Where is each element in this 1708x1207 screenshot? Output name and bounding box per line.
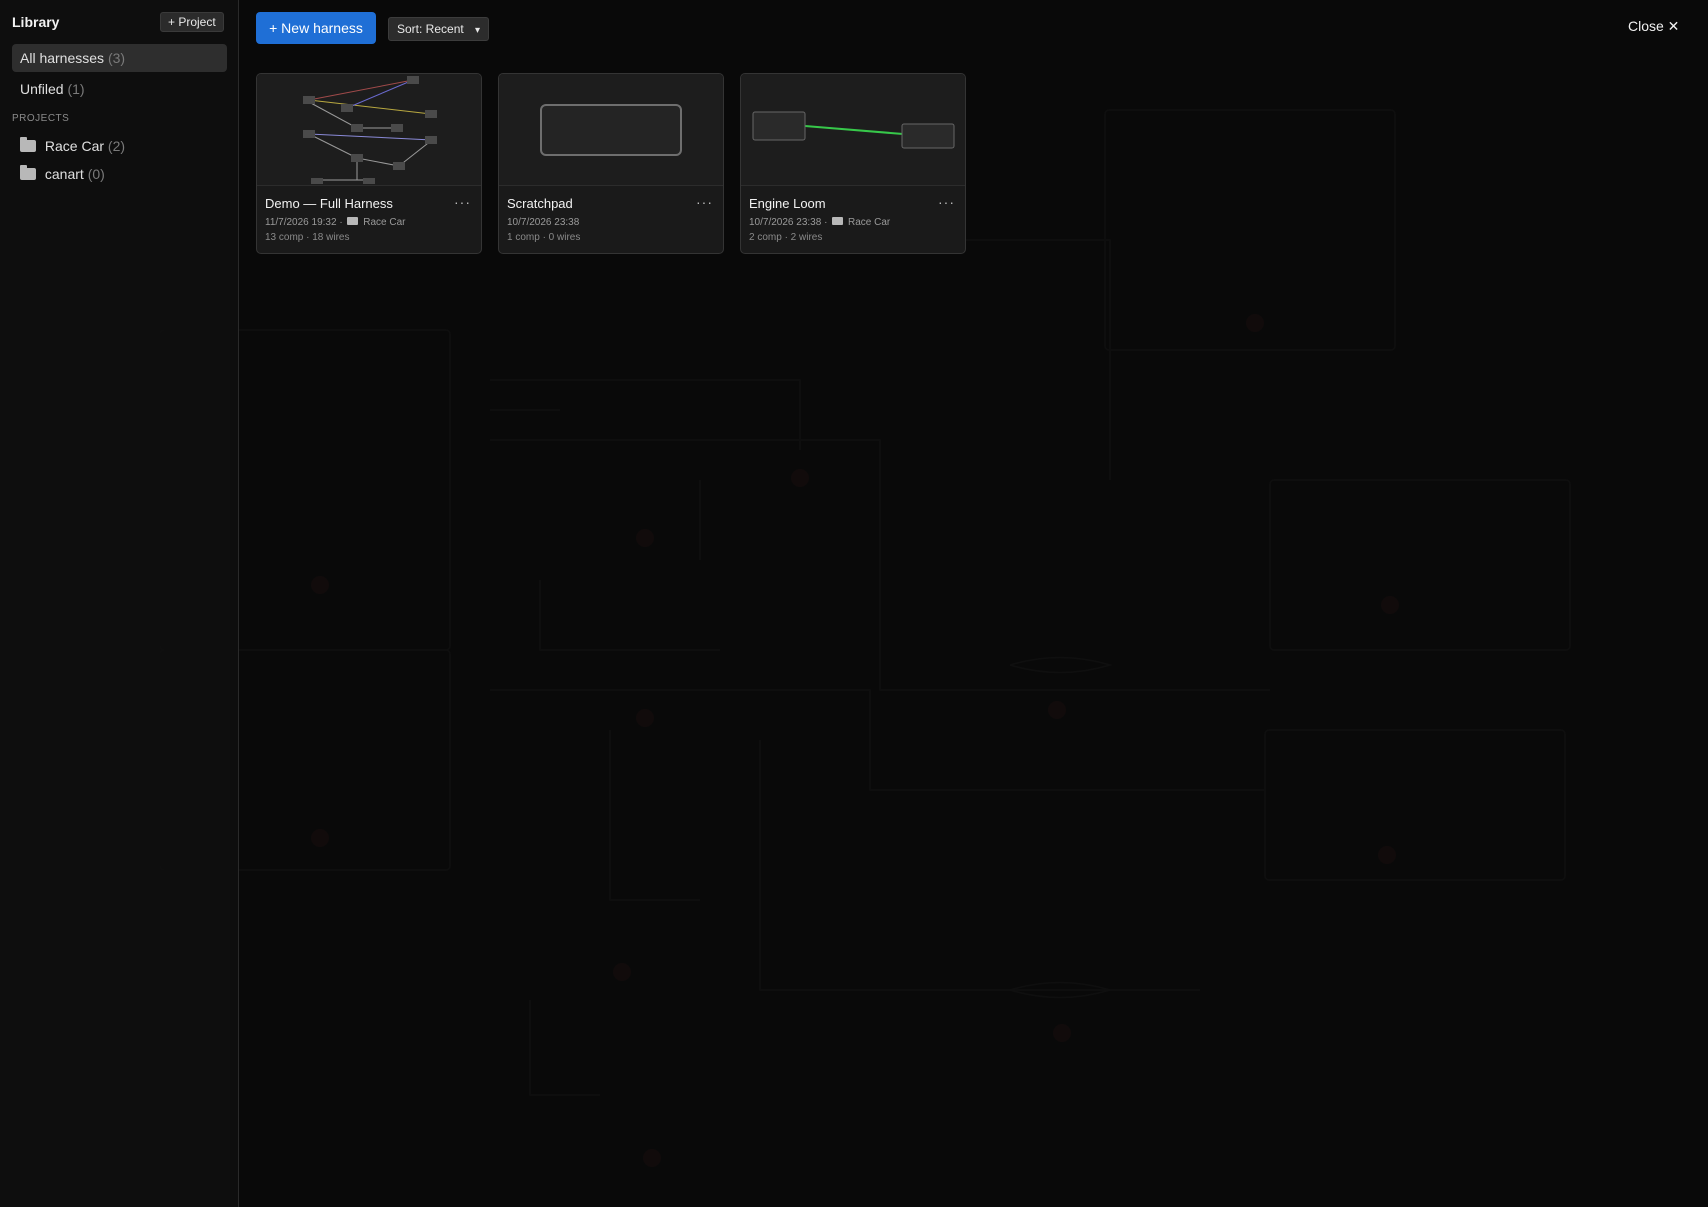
harness-card-demo-full-harness[interactable]: Demo — Full Harness 11/7/2026 19:32 · Ra…	[256, 73, 482, 254]
new-harness-button[interactable]: + New harness	[256, 12, 376, 44]
folder-icon	[832, 217, 844, 225]
sidebar-item-count: (2)	[107, 138, 126, 154]
more-options-icon[interactable]: ···	[696, 194, 713, 210]
harness-card-project: Race Car	[363, 217, 406, 228]
sidebar-item-count: (3)	[107, 50, 126, 66]
harness-card-meta: 10/7/2026 23:38 · Race Car	[749, 217, 891, 228]
harness-card-engine-loom[interactable]: Engine Loom 10/7/2026 23:38 · Race Car 2…	[740, 73, 966, 254]
harness-card-meta: 11/7/2026 19:32 · Race Car	[265, 217, 406, 228]
sidebar-item-label: canart	[44, 166, 84, 182]
harness-card-project: Race Car	[847, 217, 891, 228]
folder-icon	[347, 217, 359, 225]
library-sidebar: Library + Project All harnesses (3) Unfi…	[0, 0, 239, 1207]
folder-icon	[20, 165, 36, 180]
chevron-down-icon: ▾	[475, 25, 481, 36]
harness-card-meta: 10/7/2026 23:38	[507, 217, 579, 228]
sidebar-item-label: Race Car	[44, 138, 105, 154]
sidebar-item-count: (0)	[87, 166, 105, 182]
harness-card-title: Scratchpad	[507, 196, 573, 211]
sort-select[interactable]: Sort: Recent ▾	[388, 17, 490, 41]
harness-card-stats: 13 comp · 18 wires	[265, 232, 350, 243]
sidebar-item-label: Unfiled	[20, 81, 64, 97]
sidebar-item-label: All harnesses	[20, 50, 105, 66]
sidebar-item-all-harnesses[interactable]: All harnesses (3)	[12, 44, 227, 72]
sidebar-item-project-race-car[interactable]: Race Car (2)	[12, 132, 227, 160]
more-options-icon[interactable]: ···	[454, 194, 471, 210]
add-project-button[interactable]: + Project	[160, 12, 224, 32]
harness-card-title: Demo — Full Harness	[265, 196, 393, 211]
library-title: Library	[12, 14, 60, 30]
sidebar-item-unfiled[interactable]: Unfiled (1)	[12, 75, 227, 103]
sidebar-item-project-canart[interactable]: canart (0)	[12, 160, 227, 188]
sort-select-value: Sort: Recent	[397, 22, 464, 36]
harness-card-scratchpad[interactable]: Scratchpad 10/7/2026 23:38 1 comp · 0 wi…	[498, 73, 724, 254]
harness-card-date: 10/7/2026 23:38	[507, 217, 580, 228]
harness-card-date: 10/7/2026 23:38	[749, 217, 822, 228]
harness-thumbnail	[257, 74, 481, 186]
harness-thumbnail	[741, 74, 965, 186]
harness-card-stats: 1 comp · 0 wires	[507, 232, 581, 243]
harness-card-date: 11/7/2026 19:32	[265, 217, 337, 228]
sidebar-item-count: (1)	[67, 81, 85, 97]
close-button[interactable]: Close ✕	[1628, 18, 1679, 35]
harness-card-title: Engine Loom	[749, 196, 826, 211]
more-options-icon[interactable]: ···	[938, 194, 955, 210]
folder-icon	[20, 137, 36, 152]
harness-thumbnail	[499, 74, 723, 186]
projects-heading: PROJECTS	[12, 113, 70, 124]
harness-card-stats: 2 comp · 2 wires	[749, 232, 823, 243]
